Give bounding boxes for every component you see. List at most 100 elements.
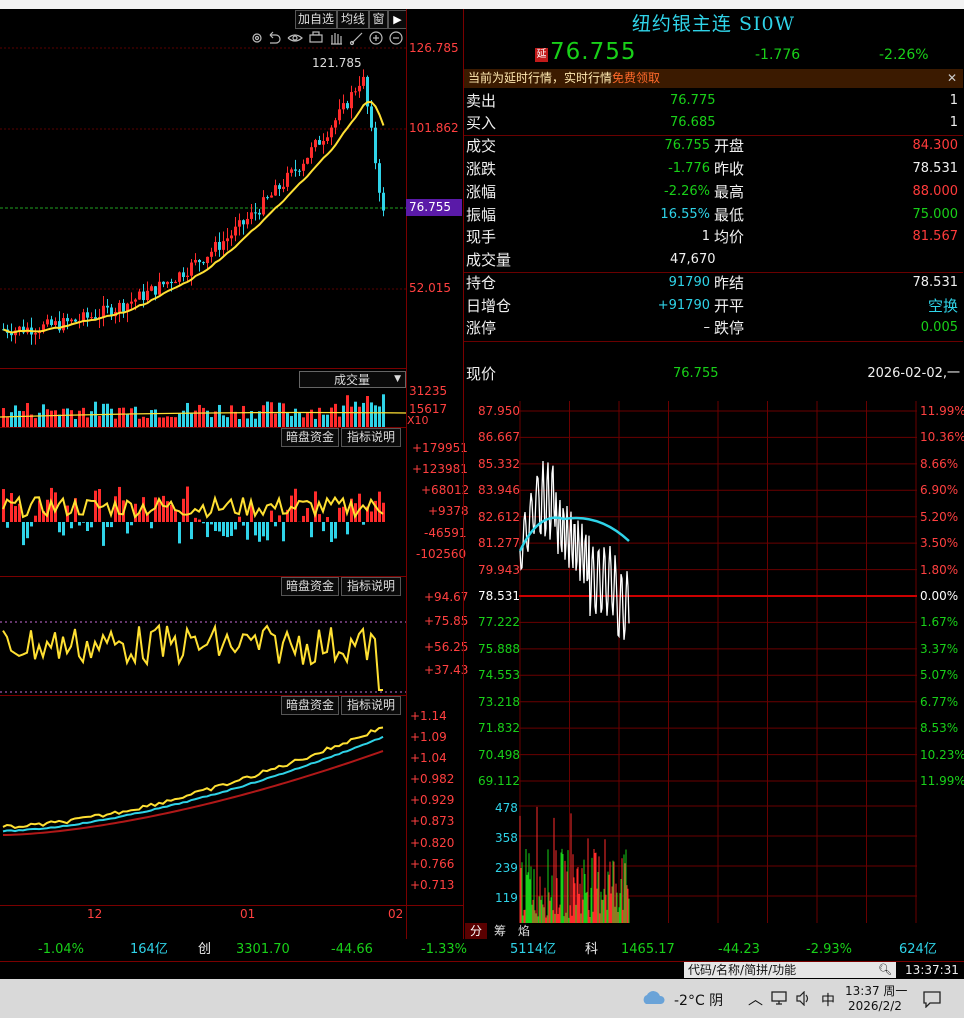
collapse-arrow-icon[interactable]: ▶ <box>388 10 407 29</box>
candle-body <box>74 319 77 322</box>
moving-average-button[interactable]: 均线 <box>337 10 369 29</box>
volume-bar <box>330 407 333 427</box>
add-watchlist-button[interactable]: 加自选 <box>295 10 337 29</box>
candle-body <box>294 169 297 171</box>
kline-candles[interactable] <box>0 47 406 367</box>
candle-body <box>118 302 121 312</box>
candle-body <box>146 290 149 301</box>
volume-icon[interactable] <box>795 991 813 1006</box>
volume-bar <box>210 417 213 427</box>
indicator-help-button[interactable]: 指标说明 <box>341 577 401 596</box>
zoom-out-icon <box>389 31 403 45</box>
volume-bar <box>98 415 101 427</box>
tab-flame[interactable]: 焰 <box>513 923 535 939</box>
ind3-axis-1: +1.09 <box>410 730 447 744</box>
prev-close-label: 昨收 <box>714 160 745 178</box>
volume-bar <box>346 395 349 427</box>
volume-indicator-select[interactable]: 成交量 ▼ <box>299 371 406 388</box>
ind2-axis-0: +94.67 <box>424 590 469 604</box>
intraday-price-tick: 87.950 <box>478 404 520 418</box>
candle-body <box>378 163 381 193</box>
ticker-name-chinext: 创 <box>198 942 212 957</box>
candle-body <box>186 275 189 277</box>
taskbar-date[interactable]: 2026/2/2 <box>848 999 902 1013</box>
candle-body <box>242 220 245 225</box>
fund-bar <box>82 522 85 523</box>
fund-bar <box>186 486 189 522</box>
low-value: 75.000 <box>912 207 959 222</box>
fund-bar <box>202 522 205 524</box>
tab-minute[interactable]: 分 <box>465 923 487 939</box>
chart-tools-toolbar[interactable] <box>248 29 406 47</box>
weather-text[interactable]: -2°C 阴 <box>674 990 723 1010</box>
volume-bar <box>254 418 257 427</box>
intraday-pct-tick: 0.00% <box>920 589 959 603</box>
free-trial-link[interactable]: 免费领取 <box>612 69 660 88</box>
avg-price-value: 81.567 <box>912 229 959 244</box>
candle-body <box>346 103 349 109</box>
candle-body <box>162 281 165 285</box>
kline-chart-pane[interactable]: 加自选 均线 窗 ▶ 121.785 126.785 101.862 76.75… <box>0 9 469 939</box>
fund-bar <box>150 522 153 529</box>
quote-row-trade: 成交 76.755 开盘 84.300 <box>466 135 962 157</box>
limit-up-label: 涨停 <box>466 319 497 337</box>
volume-bar <box>370 402 373 427</box>
open-interest-label: 持仓 <box>466 274 497 292</box>
dark-fund-button[interactable]: 暗盘资金 <box>281 577 339 596</box>
fund-bar <box>282 522 285 542</box>
index-ticker[interactable]: -1.04% 164亿 创 3301.70 -44.66 -1.33% 5114… <box>0 939 964 961</box>
fund-bar <box>94 490 97 522</box>
search-icon[interactable]: 🔍︎ <box>878 962 892 978</box>
fund-bar <box>274 522 277 527</box>
candle-body <box>298 170 301 172</box>
ind2-axis-3: +37.43 <box>424 663 469 677</box>
candle-body <box>138 291 141 300</box>
intraday-price-line[interactable] <box>519 401 917 923</box>
volume-bar <box>162 417 165 427</box>
notification-icon[interactable] <box>922 990 942 1008</box>
candle-body <box>278 185 281 189</box>
fund-bar <box>258 522 261 542</box>
fund-bar <box>90 522 93 528</box>
current-price-tag: 76.755 <box>406 199 462 216</box>
volume-bar <box>366 396 369 427</box>
ime-indicator[interactable]: 中 <box>821 990 835 1010</box>
ask-volume: 1 <box>949 93 958 108</box>
volume-bar <box>198 404 201 427</box>
network-icon[interactable] <box>771 991 789 1006</box>
volume-bar <box>350 406 353 427</box>
indicator-help-button[interactable]: 指标说明 <box>341 428 401 447</box>
candle-body <box>90 317 93 319</box>
taskbar-time[interactable]: 13:37 周一 <box>845 982 907 999</box>
fund-bar <box>210 522 213 525</box>
fund-bar <box>318 514 321 522</box>
oi-change-value: +91790 <box>657 298 710 313</box>
tab-chips[interactable]: 筹 <box>489 923 511 939</box>
intraday-price-tick: 83.946 <box>478 483 520 498</box>
dark-fund-button[interactable]: 暗盘资金 <box>281 428 339 447</box>
candle-body <box>266 197 269 199</box>
chevron-up-icon[interactable]: ︿ <box>748 988 763 1009</box>
volume-bar <box>74 418 77 427</box>
ind1-axis-2: +68012 <box>421 483 470 497</box>
ind3-axis-3: +0.982 <box>410 772 455 786</box>
fund-bar <box>238 516 241 522</box>
candle-body <box>270 195 273 198</box>
code-search-box[interactable]: 代码/名称/简拼/功能 🔍︎ <box>684 962 896 978</box>
fund-bar <box>34 515 37 522</box>
window-button[interactable]: 窗 <box>369 10 388 29</box>
peak-price-label: 121.785 <box>312 56 362 70</box>
volume-bar <box>146 417 149 427</box>
volume-bar <box>126 413 129 427</box>
fund-bar <box>242 522 245 526</box>
volume-bar <box>274 413 277 427</box>
candle-body <box>230 235 233 239</box>
fund-bar <box>234 522 237 530</box>
fund-bar <box>342 506 345 522</box>
intraday-price-tick: 81.277 <box>478 536 520 551</box>
fund-bar <box>326 517 329 522</box>
contract-title: 纽约银主连 SI0W <box>631 13 796 35</box>
fund-bar <box>218 522 221 532</box>
intraday-pct-tick: 1.80% <box>920 562 959 577</box>
close-icon[interactable]: ✕ <box>947 69 957 88</box>
